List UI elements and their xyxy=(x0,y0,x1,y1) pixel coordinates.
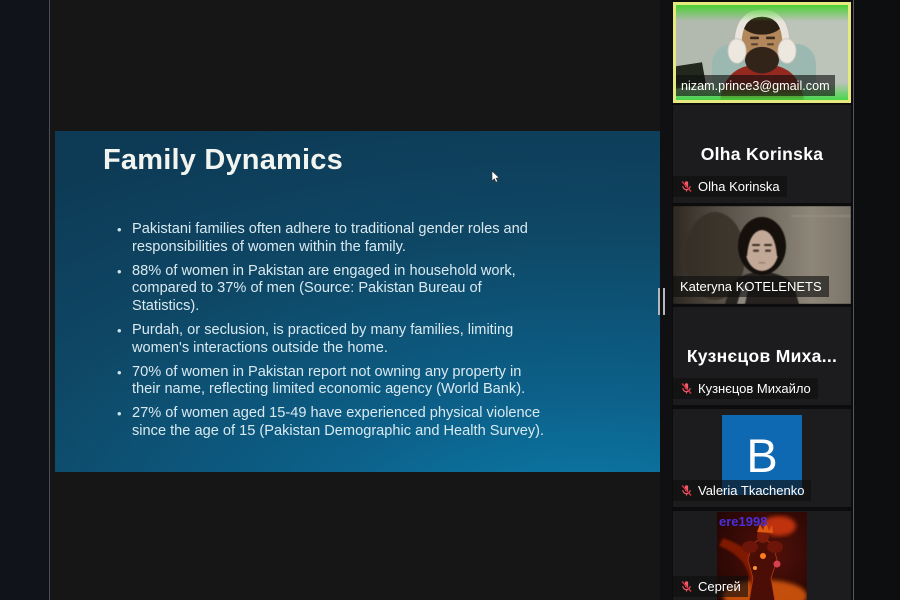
slide-bullet: 70% of women in Pakistan report not owni… xyxy=(117,364,551,400)
muted-mic-icon xyxy=(680,382,693,395)
participant-name-label: Valeria Tkachenko xyxy=(698,481,804,501)
participant-tile-olha[interactable]: Olha Korinska Olha Korinska xyxy=(673,105,851,203)
participant-name-chip: Кузнєцов Михайло xyxy=(673,378,818,399)
participant-name-chip: Сергей xyxy=(673,576,748,597)
slide-bullet: 27% of women aged 15-49 have experienced… xyxy=(117,405,551,441)
participant-name-chip: Valeria Tkachenko xyxy=(673,480,811,501)
participant-name-chip: Olha Korinska xyxy=(673,176,787,197)
participant-name-label: Olha Korinska xyxy=(698,177,780,197)
slide-bullet: Purdah, or seclusion, is practiced by ma… xyxy=(117,322,551,358)
participant-name-label: Kateryna KOTELENETS xyxy=(680,277,822,297)
presentation-slide: Family Dynamics Pakistani families often… xyxy=(55,131,660,472)
panel-resize-handle[interactable] xyxy=(657,288,667,315)
muted-mic-icon xyxy=(680,180,693,193)
participant-name-label: nizam.prince3@gmail.com xyxy=(681,76,830,96)
slide-bullet: 88% of women in Pakistan are engaged in … xyxy=(117,263,551,316)
participants-panel: nizam.prince3@gmail.com Olha Korinska Ol… xyxy=(672,0,853,600)
muted-mic-icon xyxy=(680,484,693,497)
participant-name-label: Кузнєцов Михайло xyxy=(698,379,811,399)
slide-bullet: Pakistani families often adhere to tradi… xyxy=(117,221,551,257)
meeting-window: Family Dynamics Pakistani families often… xyxy=(0,0,900,600)
participant-tile-kuznietsov[interactable]: Кузнєцов Миха... Кузнєцов Михайло xyxy=(673,307,851,405)
participant-tile-sergey[interactable]: ere1998 Сергей xyxy=(673,511,851,600)
screen-share-stage: Family Dynamics Pakistani families often… xyxy=(50,0,660,600)
left-rail xyxy=(0,0,50,600)
participant-name-chip: Kateryna KOTELENETS xyxy=(673,276,829,297)
participant-tile-nizam[interactable]: nizam.prince3@gmail.com xyxy=(673,2,851,103)
avatar-nickname-text: ere1998 xyxy=(719,514,767,529)
mouse-cursor-icon xyxy=(491,171,500,183)
participant-name-label: Сергей xyxy=(698,577,741,597)
muted-mic-icon xyxy=(680,580,693,593)
slide-bullet-list: Pakistani families often adhere to tradi… xyxy=(117,221,551,447)
right-empty-area xyxy=(854,0,900,600)
participant-name-chip: nizam.prince3@gmail.com xyxy=(676,75,835,96)
participant-tile-valeria[interactable]: B Valeria Tkachenko xyxy=(673,409,851,507)
slide-title: Family Dynamics xyxy=(103,144,343,177)
participant-tile-kateryna[interactable]: Kateryna KOTELENETS xyxy=(673,206,851,304)
